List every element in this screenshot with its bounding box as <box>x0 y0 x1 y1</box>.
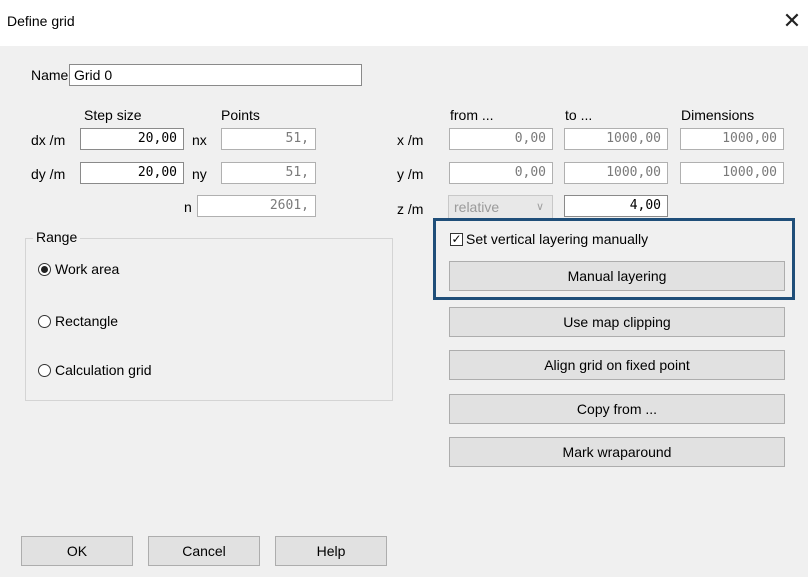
z-mode-dropdown[interactable]: relative ∨ <box>448 195 553 219</box>
manual-layering-checkbox[interactable]: ✓ Set vertical layering manually <box>450 231 710 249</box>
x-dim-field[interactable]: 1000,00 <box>680 128 784 150</box>
dimensions-header: Dimensions <box>681 107 755 123</box>
z-label: z /m <box>397 201 424 217</box>
nx-label: nx <box>192 132 207 148</box>
manual-layering-button[interactable]: Manual layering <box>449 261 785 291</box>
dy-label: dy /m <box>31 166 66 182</box>
cancel-button[interactable]: Cancel <box>148 536 260 566</box>
ny-label: ny <box>192 166 207 182</box>
y-to-field[interactable]: 1000,00 <box>564 162 668 184</box>
radio-calculation-grid-indicator[interactable] <box>38 364 51 377</box>
y-dim-field[interactable]: 1000,00 <box>680 162 784 184</box>
ok-button[interactable]: OK <box>21 536 133 566</box>
align-grid-button[interactable]: Align grid on fixed point <box>449 350 785 380</box>
mark-wraparound-button[interactable]: Mark wraparound <box>449 437 785 467</box>
to-header: to ... <box>565 107 593 123</box>
radio-work-area[interactable]: Work area <box>38 261 198 279</box>
radio-calculation-grid[interactable]: Calculation grid <box>38 362 218 380</box>
dy-step-input[interactable]: 20,00 <box>80 162 184 184</box>
y-label: y /m <box>397 166 424 182</box>
copy-from-button[interactable]: Copy from ... <box>449 394 785 424</box>
close-icon[interactable]: ✕ <box>780 9 804 33</box>
radio-rectangle-label: Rectangle <box>55 313 119 329</box>
radio-calculation-grid-label: Calculation grid <box>55 362 152 378</box>
use-map-clipping-button[interactable]: Use map clipping <box>449 307 785 337</box>
step-size-header: Step size <box>84 107 142 123</box>
checkbox-check-icon[interactable]: ✓ <box>450 233 463 246</box>
dx-step-input[interactable]: 20,00 <box>80 128 184 150</box>
x-to-field[interactable]: 1000,00 <box>564 128 668 150</box>
z-to-input[interactable]: 4,00 <box>564 195 668 217</box>
range-title: Range <box>33 229 81 245</box>
nx-field: 51, <box>221 128 316 150</box>
n-field: 2601, <box>197 195 316 217</box>
from-header: from ... <box>450 107 494 123</box>
name-label: Name <box>31 67 69 83</box>
x-label: x /m <box>397 132 424 148</box>
dialog-body: Name Grid 0 Step size Points from ... to… <box>0 46 808 577</box>
title-bar: Define grid ✕ <box>0 0 808 46</box>
y-from-field[interactable]: 0,00 <box>449 162 553 184</box>
z-mode-value: relative <box>454 199 500 215</box>
radio-rectangle-indicator[interactable] <box>38 315 51 328</box>
radio-work-area-indicator[interactable] <box>38 263 51 276</box>
x-from-field[interactable]: 0,00 <box>449 128 553 150</box>
ny-field: 51, <box>221 162 316 184</box>
radio-rectangle[interactable]: Rectangle <box>38 313 198 331</box>
name-input[interactable]: Grid 0 <box>69 64 362 86</box>
points-header: Points <box>221 107 260 123</box>
help-button[interactable]: Help <box>275 536 387 566</box>
chevron-down-icon: ∨ <box>535 201 544 213</box>
manual-layering-checkbox-label: Set vertical layering manually <box>466 231 649 247</box>
radio-work-area-label: Work area <box>55 261 120 277</box>
dx-label: dx /m <box>31 132 66 148</box>
n-label: n <box>184 199 192 215</box>
window-title: Define grid <box>7 13 75 29</box>
